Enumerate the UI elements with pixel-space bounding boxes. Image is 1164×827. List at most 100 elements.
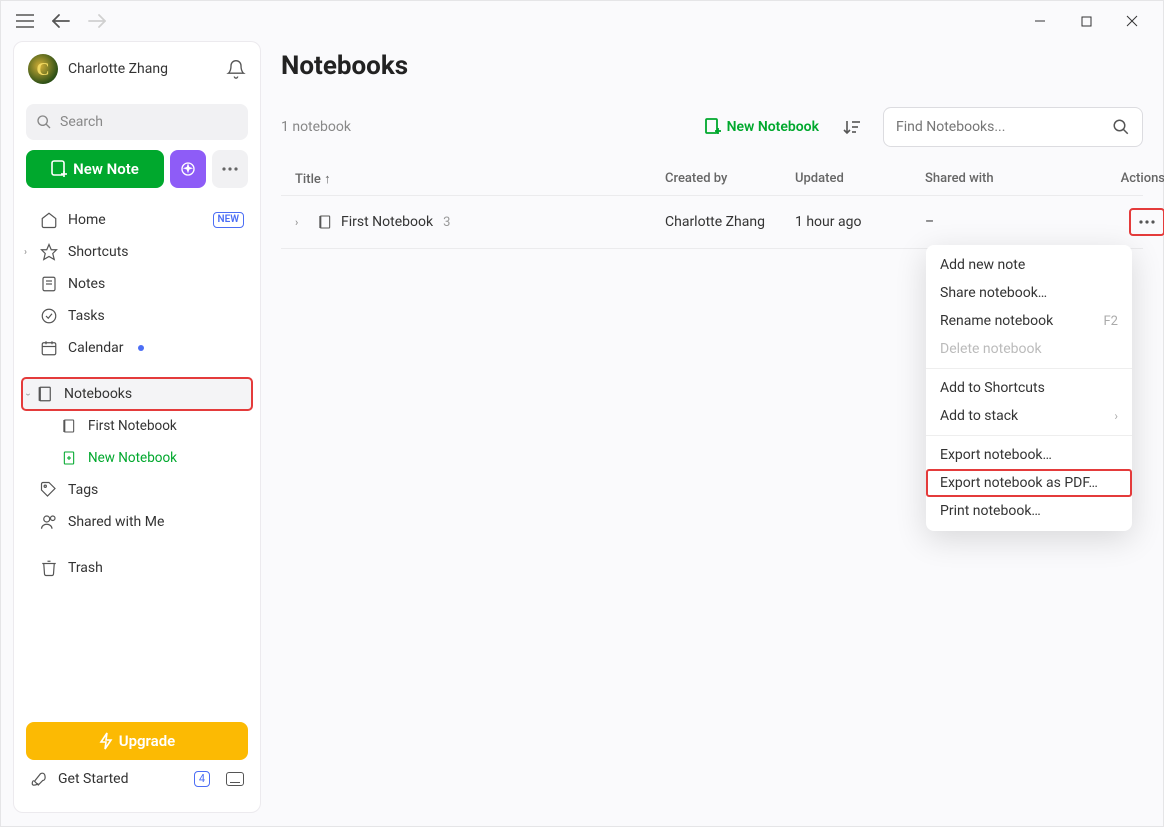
col-updated[interactable]: Updated — [795, 171, 925, 187]
notebook-icon — [317, 213, 333, 231]
sidebar-item-shortcuts[interactable]: › Shortcuts — [22, 236, 252, 268]
menu-label: Add to stack — [940, 408, 1018, 424]
calendar-icon — [40, 339, 58, 357]
new-note-button[interactable]: New Note — [26, 150, 164, 188]
get-started-count: 4 — [194, 771, 210, 787]
ai-button[interactable] — [170, 150, 206, 188]
menu-delete-notebook: Delete notebook — [926, 335, 1132, 363]
minimize-button[interactable] — [1017, 5, 1063, 37]
menu-add-new-note[interactable]: Add new note — [926, 251, 1132, 279]
chevron-right-icon: › — [24, 247, 27, 258]
sidebar-item-label: Tasks — [68, 308, 105, 324]
notebook-plus-icon — [705, 118, 721, 136]
col-shared-with[interactable]: Shared with — [925, 171, 1105, 187]
nav-list: Home NEW › Shortcuts Notes Tasks Calenda… — [14, 198, 260, 364]
profile-section[interactable]: C Charlotte Zhang — [14, 54, 260, 96]
note-icon — [40, 275, 58, 293]
menu-print-notebook[interactable]: Print notebook… — [926, 497, 1132, 525]
sparkle-icon — [179, 160, 197, 178]
row-title-cell: › First Notebook 3 — [295, 213, 665, 231]
maximize-button[interactable] — [1063, 5, 1109, 37]
tag-icon — [40, 481, 58, 499]
notebook-icon — [60, 417, 78, 435]
col-title[interactable]: Title ↑ — [295, 171, 665, 187]
search-input[interactable] — [896, 119, 1112, 135]
col-created-by[interactable]: Created by — [665, 171, 795, 187]
new-notebook-label: New Notebook — [727, 119, 819, 135]
sidebar-item-home[interactable]: Home NEW — [22, 204, 252, 236]
more-button[interactable] — [212, 150, 248, 188]
window-controls — [1017, 5, 1155, 37]
sidebar-item-tags[interactable]: Tags — [22, 474, 252, 506]
search-box[interactable]: Search — [26, 104, 248, 140]
menu-add-to-shortcuts[interactable]: Add to Shortcuts — [926, 374, 1132, 402]
avatar: C — [28, 54, 58, 84]
new-note-label: New Note — [73, 160, 139, 178]
forward-button[interactable] — [81, 5, 113, 37]
menu-separator — [926, 435, 1132, 436]
chevron-down-icon: › — [22, 392, 33, 395]
sidebar-item-notebooks[interactable]: › Notebooks — [22, 378, 252, 410]
chevron-right-icon: › — [1114, 409, 1118, 423]
notebooks-table: Title ↑ Created by Updated Shared with A… — [281, 163, 1143, 249]
notebook-name: First Notebook — [341, 214, 433, 230]
sidebar-item-calendar[interactable]: Calendar — [22, 332, 252, 364]
sidebar-item-label: Home — [68, 212, 106, 228]
chevron-right-icon[interactable]: › — [295, 216, 309, 229]
profile-name: Charlotte Zhang — [68, 61, 168, 77]
sidebar-footer: Upgrade Get Started 4 — [14, 722, 260, 800]
notebook-count: 1 notebook — [281, 119, 351, 135]
sidebar-item-tasks[interactable]: Tasks — [22, 300, 252, 332]
menu-shortcut: F2 — [1104, 314, 1119, 329]
sort-button[interactable] — [835, 111, 867, 143]
menu-separator — [926, 368, 1132, 369]
bell-icon[interactable] — [226, 59, 246, 79]
toolbar: 1 notebook New Notebook — [281, 107, 1143, 147]
back-button[interactable] — [45, 5, 77, 37]
menu-add-to-stack[interactable]: Add to stack › — [926, 402, 1132, 430]
arrow-right-icon — [87, 13, 107, 29]
people-icon — [40, 513, 58, 531]
sidebar-item-label: Tags — [68, 482, 98, 498]
menu-export-notebook[interactable]: Export notebook… — [926, 441, 1132, 469]
sidebar-item-new-notebook[interactable]: New Notebook — [22, 442, 252, 474]
search-icon — [36, 114, 52, 130]
notebook-plus-icon — [60, 449, 78, 467]
row-actions-cell — [1105, 208, 1164, 236]
table-header: Title ↑ Created by Updated Shared with A… — [281, 163, 1143, 196]
dots-icon — [221, 167, 239, 171]
hamburger-icon — [16, 14, 34, 28]
nav-list-notebooks: › Notebooks First Notebook New Notebook … — [14, 372, 260, 538]
search-placeholder: Search — [60, 114, 103, 130]
table-row[interactable]: › First Notebook 3 Charlotte Zhang 1 hou… — [281, 196, 1143, 249]
sidebar-item-notes[interactable]: Notes — [22, 268, 252, 300]
indicator-dot — [138, 345, 144, 351]
trash-icon — [40, 559, 58, 577]
sidebar-item-trash[interactable]: Trash — [22, 552, 252, 584]
sidebar-item-label: Shared with Me — [68, 514, 164, 530]
note-plus-icon — [51, 160, 67, 178]
menu-export-pdf[interactable]: Export notebook as PDF… — [926, 469, 1132, 497]
close-button[interactable] — [1109, 5, 1155, 37]
check-circle-icon — [40, 307, 58, 325]
sort-icon — [842, 119, 860, 135]
menu-rename-notebook[interactable]: Rename notebook F2 — [926, 307, 1132, 335]
row-actions-button[interactable] — [1129, 208, 1164, 236]
keyboard-icon[interactable] — [226, 772, 244, 786]
menu-share-notebook[interactable]: Share notebook… — [926, 279, 1132, 307]
sidebar-item-label: First Notebook — [88, 418, 177, 434]
get-started-row[interactable]: Get Started 4 — [26, 760, 248, 788]
lightning-icon — [99, 732, 113, 750]
hamburger-button[interactable] — [9, 5, 41, 37]
new-badge: NEW — [213, 212, 245, 228]
sidebar-item-shared[interactable]: Shared with Me — [22, 506, 252, 538]
upgrade-button[interactable]: Upgrade — [26, 722, 248, 760]
sidebar-item-label: Notes — [68, 276, 105, 292]
arrow-left-icon — [51, 13, 71, 29]
new-notebook-button[interactable]: New Notebook — [705, 118, 819, 136]
find-notebooks-search[interactable] — [883, 107, 1143, 147]
get-started-label: Get Started — [58, 771, 129, 787]
upgrade-label: Upgrade — [119, 732, 176, 750]
sidebar-item-first-notebook[interactable]: First Notebook — [22, 410, 252, 442]
titlebar — [1, 1, 1163, 41]
